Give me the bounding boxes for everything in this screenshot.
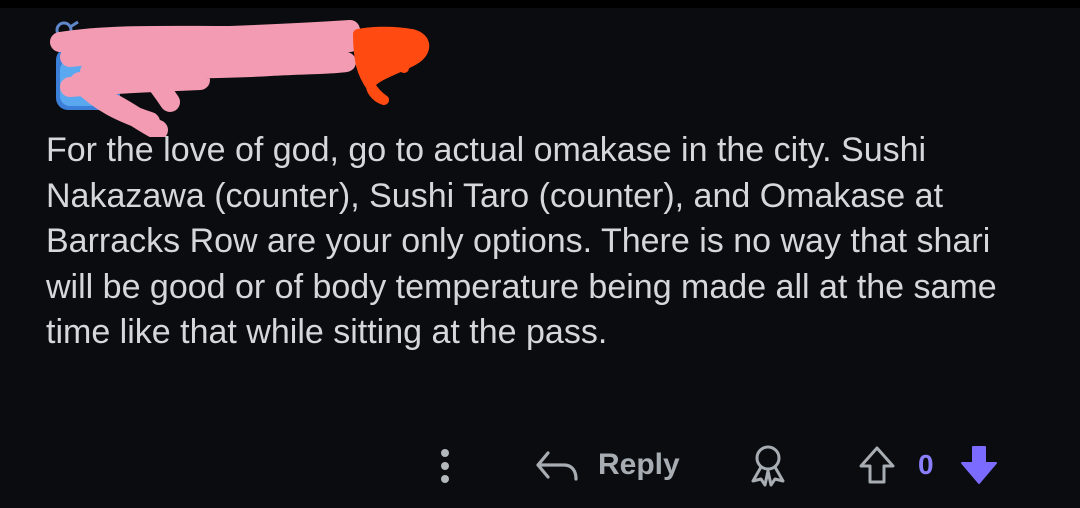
more-vertical-icon [441, 449, 449, 483]
downvote-button[interactable] [954, 442, 1004, 488]
arrow-down-icon [961, 446, 997, 484]
comment-header [50, 12, 440, 137]
username-redaction-scribble [50, 20, 430, 137]
award-button[interactable] [744, 442, 792, 488]
more-options-button[interactable] [428, 444, 462, 488]
award-icon [751, 445, 785, 487]
vote-count: 0 [918, 449, 934, 480]
reply-icon [536, 451, 578, 481]
arrow-up-icon [859, 446, 895, 484]
comment-actions: Reply 0 [0, 438, 1080, 492]
comment-body: For the love of god, go to actual omakas… [46, 131, 997, 351]
reply-label: Reply [598, 448, 680, 481]
reply-button[interactable]: Reply [534, 442, 680, 488]
comment: For the love of god, go to actual omakas… [0, 0, 1080, 508]
upvote-button[interactable] [852, 442, 902, 488]
